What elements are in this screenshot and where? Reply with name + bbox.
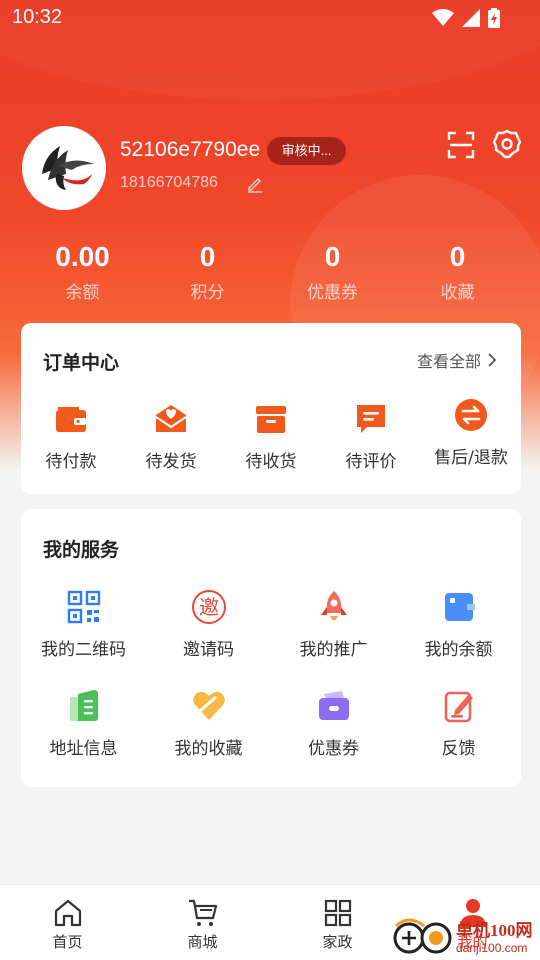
status-time: 10:32 bbox=[12, 6, 63, 28]
service-label: 我的二维码 bbox=[41, 640, 126, 660]
tab-mall[interactable]: 商城 bbox=[135, 885, 270, 960]
service-feedback[interactable]: 反馈 bbox=[396, 688, 521, 787]
stat-label: 积分 bbox=[190, 283, 225, 303]
view-all-label: 查看全部 bbox=[416, 352, 481, 371]
service-favorites[interactable]: 我的收藏 bbox=[146, 688, 271, 787]
grid-icon bbox=[324, 899, 351, 927]
service-address[interactable]: 地址信息 bbox=[21, 688, 146, 787]
stat-balance[interactable]: 0.00 余额 bbox=[20, 240, 145, 310]
order-pending-receipt[interactable]: 待收货 bbox=[221, 401, 321, 472]
order-center-card: 订单中心 查看全部 待付款 待发货 待收货 待评价 售后/退款 bbox=[21, 323, 521, 494]
username: 52106e7790ee bbox=[120, 138, 261, 161]
watermark-text: 单机100网 bbox=[456, 921, 533, 940]
gear-icon[interactable] bbox=[492, 129, 522, 159]
stat-label: 余额 bbox=[65, 283, 100, 303]
watermark-url: danji100.com bbox=[456, 941, 528, 955]
stat-label: 收藏 bbox=[440, 283, 475, 303]
order-after-sales[interactable]: 售后/退款 bbox=[421, 399, 521, 472]
chat-icon bbox=[357, 405, 385, 433]
service-label: 地址信息 bbox=[49, 739, 118, 759]
tab-label: 商城 bbox=[187, 933, 218, 951]
battery-icon bbox=[488, 8, 500, 28]
box-icon bbox=[256, 406, 286, 433]
stat-value: 0.00 bbox=[55, 241, 110, 272]
account-stats: 0.00 余额 0 积分 0 优惠券 0 收藏 bbox=[20, 240, 520, 310]
chevron-right-icon bbox=[488, 353, 497, 367]
wallet-icon bbox=[56, 407, 86, 432]
service-coupons[interactable]: 优惠券 bbox=[271, 688, 396, 787]
exchange-icon bbox=[455, 399, 487, 431]
status-bar: 10:32 bbox=[0, 0, 540, 36]
service-invite-code[interactable]: 邀 邀请码 bbox=[146, 589, 271, 688]
package-heart-icon bbox=[155, 405, 187, 432]
order-item-label: 待发货 bbox=[145, 452, 197, 472]
stat-label: 优惠券 bbox=[307, 283, 358, 303]
service-promotion[interactable]: 我的推广 bbox=[271, 589, 396, 688]
avatar-logo-icon bbox=[42, 146, 94, 190]
home-icon bbox=[54, 899, 81, 927]
rocket-icon bbox=[320, 591, 347, 621]
wifi-icon bbox=[432, 9, 454, 26]
view-all-orders-link[interactable]: 查看全部 bbox=[417, 348, 497, 372]
avatar[interactable] bbox=[22, 126, 106, 210]
stat-points[interactable]: 0 积分 bbox=[145, 240, 270, 310]
order-item-label: 待评价 bbox=[345, 452, 397, 472]
tab-housekeeping[interactable]: 家政 bbox=[270, 885, 405, 960]
order-pending-review[interactable]: 待评价 bbox=[321, 401, 421, 472]
stat-value: 0 bbox=[449, 241, 466, 272]
service-qr-code[interactable]: 我的二维码 bbox=[21, 589, 146, 688]
stat-value: 0 bbox=[324, 241, 341, 272]
status-badge: 审核中... bbox=[267, 137, 346, 165]
tab-label: 首页 bbox=[52, 933, 83, 951]
feedback-icon bbox=[444, 691, 473, 723]
cart-icon bbox=[188, 899, 217, 926]
order-item-label: 待付款 bbox=[45, 452, 97, 472]
order-item-label: 售后/退款 bbox=[434, 448, 508, 468]
service-label: 邀请码 bbox=[183, 640, 234, 660]
service-balance[interactable]: 我的余额 bbox=[396, 589, 521, 688]
stat-value: 0 bbox=[199, 241, 216, 272]
tab-home[interactable]: 首页 bbox=[0, 885, 135, 960]
order-center-title: 订单中心 bbox=[43, 352, 120, 374]
balance-card-icon bbox=[444, 593, 475, 621]
scan-icon[interactable] bbox=[446, 130, 476, 160]
invite-stamp-icon: 邀 bbox=[191, 590, 226, 624]
coupon-icon bbox=[318, 691, 349, 720]
order-pending-shipment[interactable]: 待发货 bbox=[121, 401, 221, 472]
service-label: 反馈 bbox=[441, 739, 476, 759]
qr-code-icon bbox=[67, 590, 100, 624]
tab-label: 家政 bbox=[322, 933, 353, 951]
address-book-icon bbox=[69, 690, 98, 721]
stat-coupons[interactable]: 0 优惠券 bbox=[270, 240, 395, 310]
stat-favorites[interactable]: 0 收藏 bbox=[395, 240, 520, 310]
heart-icon bbox=[192, 691, 225, 720]
service-label: 我的余额 bbox=[424, 640, 493, 660]
service-label: 优惠券 bbox=[308, 739, 359, 759]
service-label: 我的收藏 bbox=[174, 739, 243, 759]
phone-number: 18166704786 bbox=[120, 174, 218, 191]
signal-icon bbox=[462, 9, 480, 27]
invite-glyph: 邀 bbox=[199, 595, 219, 619]
my-services-card: 我的服务 我的二维码 邀 邀请码 我的推广 我的余额 地址信息 我的收藏 优惠券… bbox=[21, 509, 521, 787]
my-services-title: 我的服务 bbox=[43, 539, 120, 561]
order-pending-payment[interactable]: 待付款 bbox=[21, 401, 121, 472]
order-item-label: 待收货 bbox=[245, 452, 297, 472]
edit-icon[interactable] bbox=[246, 175, 264, 193]
service-label: 我的推广 bbox=[299, 640, 368, 660]
